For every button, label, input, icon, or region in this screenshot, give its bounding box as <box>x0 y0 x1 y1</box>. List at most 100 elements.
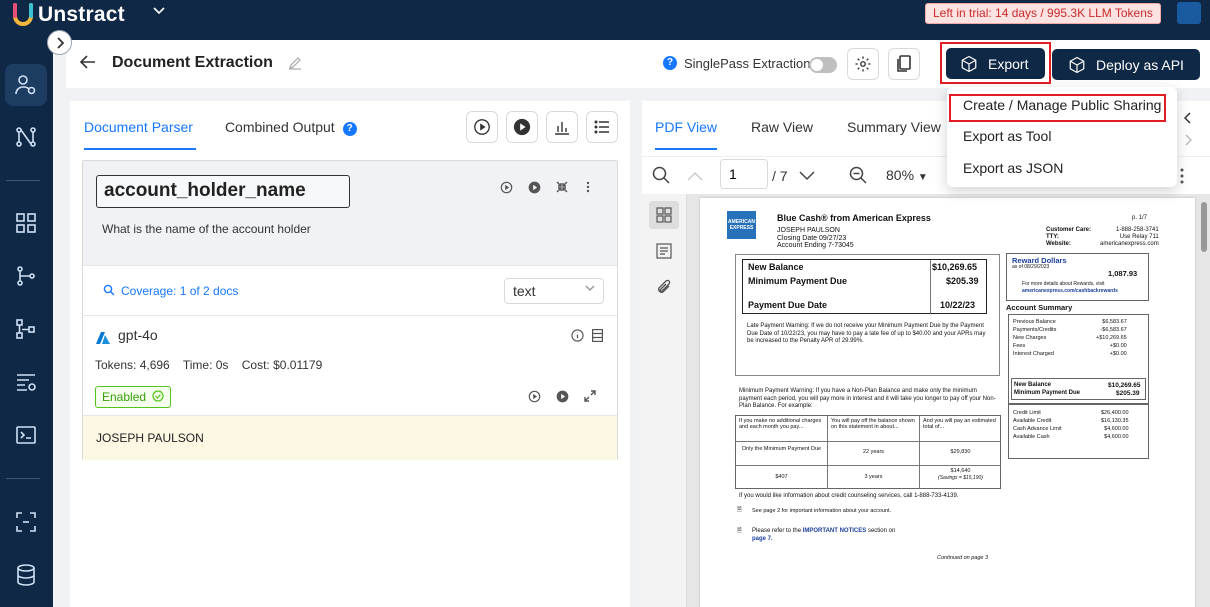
brand-name: Unstract <box>38 3 125 26</box>
edit-title-icon[interactable] <box>288 56 302 73</box>
document-parser-panel: Document Parser Combined Output? account… <box>70 101 630 607</box>
dashboard-icon[interactable] <box>5 202 47 244</box>
page-down-icon[interactable] <box>799 168 815 186</box>
notices-post: section on <box>867 528 896 534</box>
brand-logo[interactable]: Unstract <box>12 2 125 28</box>
more-options-icon[interactable] <box>1179 167 1185 190</box>
late-payment-warning: Late Payment Warning: If we do not recei… <box>747 323 986 344</box>
list-icon <box>594 120 609 134</box>
settings-button[interactable] <box>847 48 879 80</box>
menu-item-export-tool[interactable]: Export as Tool <box>963 128 1051 144</box>
side-nav <box>0 40 53 607</box>
database-icon[interactable] <box>5 554 47 596</box>
logs-icon[interactable] <box>5 361 47 403</box>
more-options-icon[interactable] <box>586 181 590 196</box>
min-due-value: $205.39 <box>946 276 979 286</box>
help-icon[interactable]: ? <box>663 56 677 70</box>
pdf-scrollbar[interactable] <box>1201 202 1207 252</box>
output-type-select[interactable]: text <box>504 278 604 304</box>
menu-item-public-sharing[interactable]: Create / Manage Public Sharing <box>963 97 1161 113</box>
balance-divider <box>930 260 931 314</box>
prompt-key-field[interactable]: account_holder_name <box>96 175 350 208</box>
cost-value: Cost: $0.01179 <box>241 358 323 372</box>
run-filled-small-icon[interactable] <box>528 181 541 197</box>
scan-icon[interactable] <box>5 501 47 543</box>
counseling-text: If you would like information about cred… <box>739 493 959 499</box>
thumbnails-icon[interactable] <box>649 201 679 229</box>
page-total: / 7 <box>772 168 788 184</box>
org-switch-chevron-icon[interactable] <box>152 4 166 23</box>
summary-mp-value: $205.39 <box>1116 390 1140 397</box>
see-page-2-text: See page 2 for important information abo… <box>752 508 892 514</box>
connectors-icon[interactable] <box>5 308 47 350</box>
tab-combined-output[interactable]: Combined Output? <box>225 119 357 136</box>
export-button[interactable]: Export <box>946 48 1045 79</box>
terminal-icon[interactable] <box>5 414 47 456</box>
deploy-as-api-button[interactable]: Deploy as API <box>1052 49 1200 80</box>
output-type-value: text <box>513 283 536 299</box>
tab-summary-view[interactable]: Summary View <box>847 119 941 135</box>
page-up-icon[interactable] <box>687 168 703 186</box>
run-prompt-button[interactable] <box>466 111 498 143</box>
table-cell: Only the Minimum Payment Due <box>741 446 822 452</box>
scroll-left-icon[interactable] <box>1183 111 1192 129</box>
zoom-select[interactable]: 80% ▼ <box>886 167 928 183</box>
workflow-icon[interactable] <box>5 116 47 158</box>
copy-button[interactable] <box>888 48 920 80</box>
deploy-label: Deploy as API <box>1096 56 1184 73</box>
page-title: Document Extraction <box>112 54 273 71</box>
page-number-input[interactable] <box>720 159 768 189</box>
new-balance-label: New Balance <box>748 262 804 272</box>
collapse-sidebar-button[interactable] <box>47 30 72 55</box>
run-filled-small-icon[interactable] <box>556 390 569 406</box>
run-small-icon[interactable] <box>500 181 513 197</box>
top-bar: Unstract Left in trial: 14 days / 995.3K… <box>0 0 1210 40</box>
scroll-right-icon[interactable] <box>1184 133 1193 151</box>
coverage-link[interactable]: Coverage: 1 of 2 docs <box>103 284 238 298</box>
table-icon[interactable] <box>592 329 604 345</box>
tab-raw-view[interactable]: Raw View <box>751 119 813 135</box>
table-cell: $29,830 <box>950 449 971 455</box>
cube-icon <box>1069 56 1085 73</box>
pdf-canvas[interactable]: AMERICAN EXPRESS Blue Cash® from American… <box>687 194 1210 607</box>
prompt-card: account_holder_name What is the name of … <box>82 160 618 460</box>
expand-icon[interactable] <box>584 390 596 405</box>
profile-avatar[interactable] <box>1177 2 1201 24</box>
tab-document-parser[interactable]: Document Parser <box>84 119 193 136</box>
notices-pre: Please refer to the <box>752 528 802 534</box>
run-all-button[interactable] <box>506 111 538 143</box>
document-outline-icon[interactable] <box>649 237 679 265</box>
export-label: Export <box>988 55 1029 72</box>
rewards-link: americanexpress.com/cashbackrewards <box>1022 288 1118 294</box>
run-small-icon[interactable] <box>528 390 541 406</box>
card-name: Blue Cash® from American Express <box>777 213 931 223</box>
pdf-page: AMERICAN EXPRESS Blue Cash® from American… <box>700 198 1195 607</box>
collapse-icon[interactable] <box>556 181 568 196</box>
attachment-icon[interactable] <box>649 273 679 301</box>
summary-mp-label: Minimum Payment Due <box>1014 390 1081 396</box>
pipelines-icon[interactable] <box>5 255 47 297</box>
check-circle-icon <box>152 390 164 402</box>
amex-logo: AMERICAN EXPRESS <box>727 211 756 239</box>
back-arrow-icon[interactable] <box>79 54 96 74</box>
summary-title: Account Summary <box>1006 303 1073 312</box>
holder-name: JOSEPH PAULSON <box>777 227 840 234</box>
info-icon[interactable] <box>571 329 584 345</box>
list-button[interactable] <box>586 111 618 143</box>
singlepass-toggle[interactable] <box>809 57 837 73</box>
table-cell: $14,640 <box>950 468 971 474</box>
analytics-button[interactable] <box>546 111 578 143</box>
cube-icon <box>961 55 977 72</box>
help-icon[interactable]: ? <box>342 122 357 136</box>
tab-pdf-view[interactable]: PDF View <box>655 119 717 135</box>
zoom-out-icon[interactable] <box>849 166 867 189</box>
table-cell: 22 years <box>862 449 885 455</box>
search-icon[interactable] <box>652 166 670 189</box>
prompt-studio-icon[interactable] <box>5 64 47 106</box>
menu-item-export-json[interactable]: Export as JSON <box>963 160 1063 176</box>
table-cell: (Savings = $15,190) <box>938 475 983 481</box>
rewards-asof: as of 08/29/2023 <box>1012 264 1050 270</box>
summary-labels: Previous Balance Payments/Credits New Ch… <box>1013 319 1057 357</box>
prompt-text[interactable]: What is the name of the account holder <box>102 222 311 236</box>
doc-glyph-icon: 🗎 <box>737 507 742 513</box>
